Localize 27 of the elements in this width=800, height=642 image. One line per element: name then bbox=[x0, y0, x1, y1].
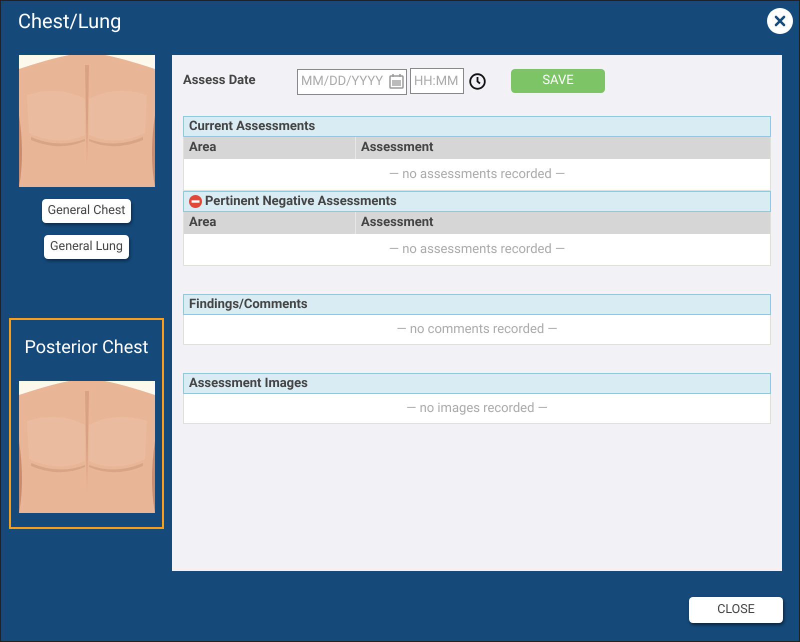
calendar-icon[interactable] bbox=[389, 73, 404, 89]
assess-date-label: Assess Date bbox=[183, 72, 257, 90]
date-field[interactable]: MM/DD/YYYY bbox=[297, 68, 407, 94]
section-title: Assessment Images bbox=[189, 374, 308, 393]
close-dialog-button[interactable]: CLOSE bbox=[689, 597, 783, 623]
view-title: Posterior Chest bbox=[24, 336, 148, 360]
empty-message: — no assessments recorded — bbox=[388, 166, 566, 184]
view-card[interactable]: Posterior Chest bbox=[9, 318, 164, 529]
view-button[interactable]: General Lung bbox=[44, 235, 129, 259]
view-card[interactable]: General Chest General Lung bbox=[9, 53, 164, 275]
close-icon bbox=[774, 15, 786, 27]
section-title: Current Assessments bbox=[189, 118, 316, 136]
time-field[interactable]: HH:MM bbox=[410, 68, 464, 94]
close-button[interactable] bbox=[767, 8, 793, 34]
column-header: Area bbox=[184, 137, 356, 159]
no-entry-icon bbox=[189, 195, 202, 208]
column-header: Area bbox=[184, 212, 356, 234]
column-header: Assessment bbox=[360, 214, 434, 232]
section-title: Pertinent Negative Assessments bbox=[205, 192, 397, 211]
view-button[interactable]: General Chest bbox=[42, 199, 132, 223]
window-title: Chest/Lung bbox=[18, 8, 122, 35]
empty-message: — no images recorded — bbox=[406, 400, 548, 418]
clock-icon[interactable] bbox=[469, 72, 486, 90]
empty-message: — no comments recorded — bbox=[396, 320, 558, 339]
column-header: Assessment bbox=[360, 139, 434, 158]
section-title: Findings/Comments bbox=[189, 296, 308, 314]
empty-message: — no assessments recorded — bbox=[388, 240, 566, 259]
